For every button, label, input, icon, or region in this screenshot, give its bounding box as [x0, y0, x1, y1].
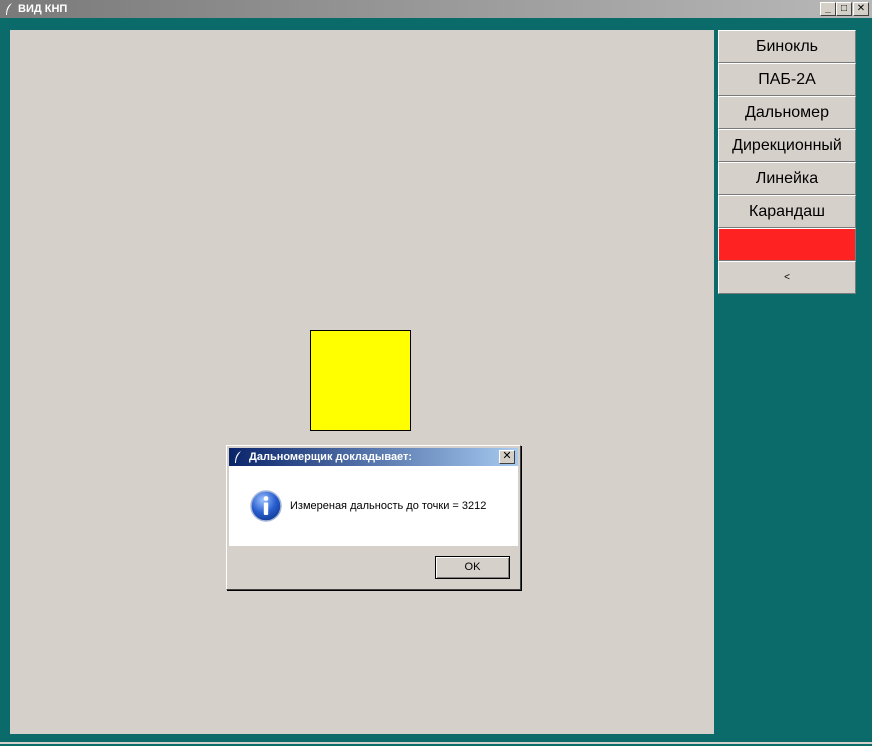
message-dialog: Дальномерщик докладывает: ✕ Измереная да… [226, 445, 521, 590]
dialog-message: Измереная дальность до точки = 3212 [290, 500, 487, 512]
dialog-title-bar[interactable]: Дальномерщик докладывает: ✕ [229, 448, 518, 466]
info-icon [250, 490, 282, 522]
maximize-button[interactable]: □ [836, 2, 852, 16]
pab-2a-button[interactable]: ПАБ-2А [718, 63, 856, 96]
dialog-close-button[interactable]: ✕ [499, 450, 515, 464]
rangefinder-button[interactable]: Дальномер [718, 96, 856, 129]
pencil-button[interactable]: Карандаш [718, 195, 856, 228]
binoculars-button[interactable]: Бинокль [718, 30, 856, 63]
close-button[interactable]: ✕ [853, 2, 869, 16]
ruler-button[interactable]: Линейка [718, 162, 856, 195]
minimize-button[interactable]: _ [820, 2, 836, 16]
main-window: ВИД КНП _ □ ✕ Бинокль ПАБ-2А Дальномер Д… [0, 0, 872, 746]
bottom-divider [0, 742, 872, 744]
dialog-body: Измереная дальность до точки = 3212 [229, 466, 518, 546]
target-marker[interactable] [310, 330, 411, 431]
feather-icon [6, 3, 12, 15]
back-button[interactable]: < [718, 261, 856, 294]
dialog-title: Дальномерщик докладывает: [249, 451, 413, 463]
window-title: ВИД КНП [18, 3, 68, 15]
feather-icon [235, 451, 241, 463]
directional-button[interactable]: Дирекционный [718, 129, 856, 162]
map-canvas[interactable] [10, 30, 714, 734]
color-button[interactable] [718, 228, 856, 261]
ok-button[interactable]: OK [435, 556, 510, 579]
title-bar[interactable]: ВИД КНП _ □ ✕ [0, 0, 872, 18]
